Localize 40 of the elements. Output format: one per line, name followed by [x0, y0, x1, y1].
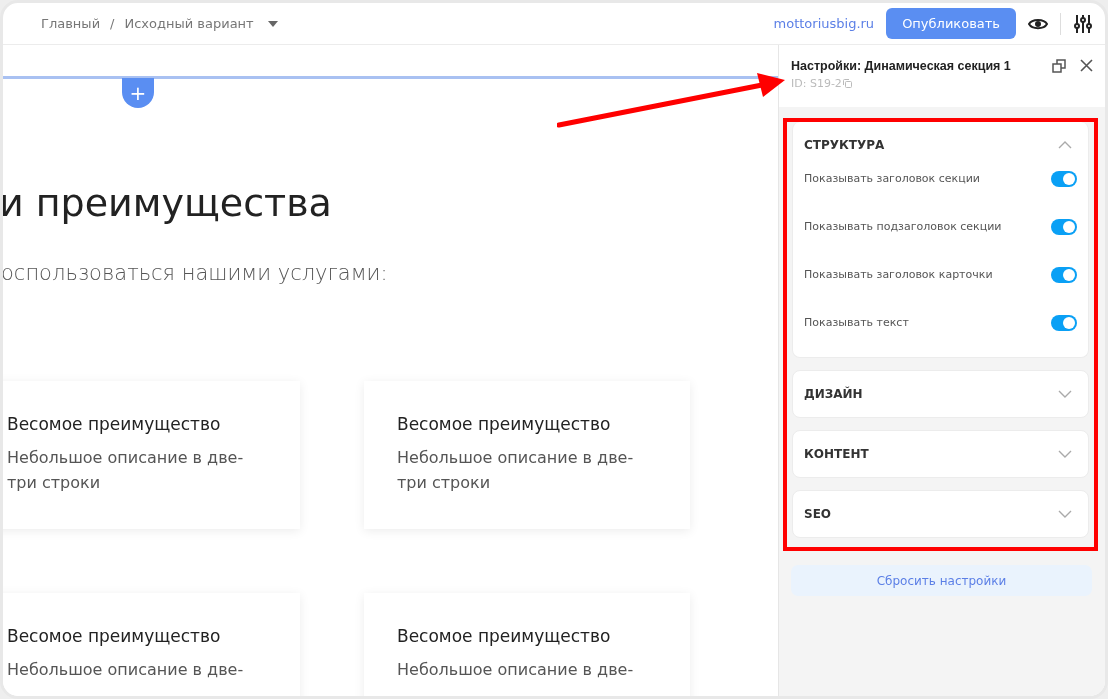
toggle-switch[interactable]: [1051, 266, 1077, 283]
section-title[interactable]: ДИЗАЙН: [804, 387, 863, 401]
eye-icon[interactable]: [1028, 16, 1048, 31]
breadcrumb-separator: /: [110, 16, 115, 31]
section-title[interactable]: СТРУКТУРА: [804, 138, 885, 152]
toggle-label: Показывать заголовок секции: [804, 172, 980, 185]
toggle-switch[interactable]: [1051, 218, 1077, 235]
breadcrumb-item[interactable]: Главный: [41, 16, 101, 31]
reset-button[interactable]: Сбросить настройки: [791, 565, 1092, 596]
card-title: Весомое преимущество: [7, 626, 222, 646]
toggle-label: Показывать заголовок карточки: [804, 268, 993, 281]
card-description: Небольшое описание в две-: [397, 659, 635, 681]
publish-button[interactable]: Опубликовать: [886, 8, 1016, 39]
card-description: Небольшое описание в две-: [7, 659, 245, 681]
caret-icon[interactable]: [267, 20, 278, 27]
toggle-switch[interactable]: [1051, 314, 1077, 331]
copy-icon[interactable]: [842, 79, 852, 88]
card-title: Весомое преимущество: [397, 414, 612, 434]
card-description: Небольшое описание в две- три строки: [7, 447, 245, 494]
site-link[interactable]: mottoriusbig.ru: [773, 16, 875, 31]
toggle-label: Показывать текст: [804, 316, 909, 329]
card-title: Весомое преимущество: [397, 626, 612, 646]
detach-icon[interactable]: [1052, 59, 1066, 73]
section-subheading: оспользоваться нашими услугами:: [3, 261, 389, 285]
breadcrumb-item[interactable]: Исходный вариант: [124, 16, 254, 31]
card-description: Небольшое описание в две- три строки: [397, 447, 635, 494]
section-title[interactable]: КОНТЕНТ: [804, 447, 869, 461]
close-icon[interactable]: [1080, 59, 1093, 72]
toggle-switch[interactable]: [1051, 170, 1077, 187]
chevron-icon[interactable]: [1058, 390, 1072, 398]
chevron-icon[interactable]: [1058, 510, 1072, 518]
section-id: ID: S19-2: [791, 77, 842, 90]
section-title[interactable]: SEO: [804, 507, 832, 521]
chevron-icon[interactable]: [1058, 450, 1072, 458]
toggle-label: Показывать подзаголовок секции: [804, 220, 1002, 233]
add-section-button[interactable]: +: [122, 78, 154, 108]
chevron-icon[interactable]: [1058, 141, 1072, 149]
sliders-icon[interactable]: [1073, 13, 1093, 34]
panel-title: Настройки: Динамическая секция 1: [791, 59, 1012, 73]
card-title: Весомое преимущество: [7, 414, 222, 434]
